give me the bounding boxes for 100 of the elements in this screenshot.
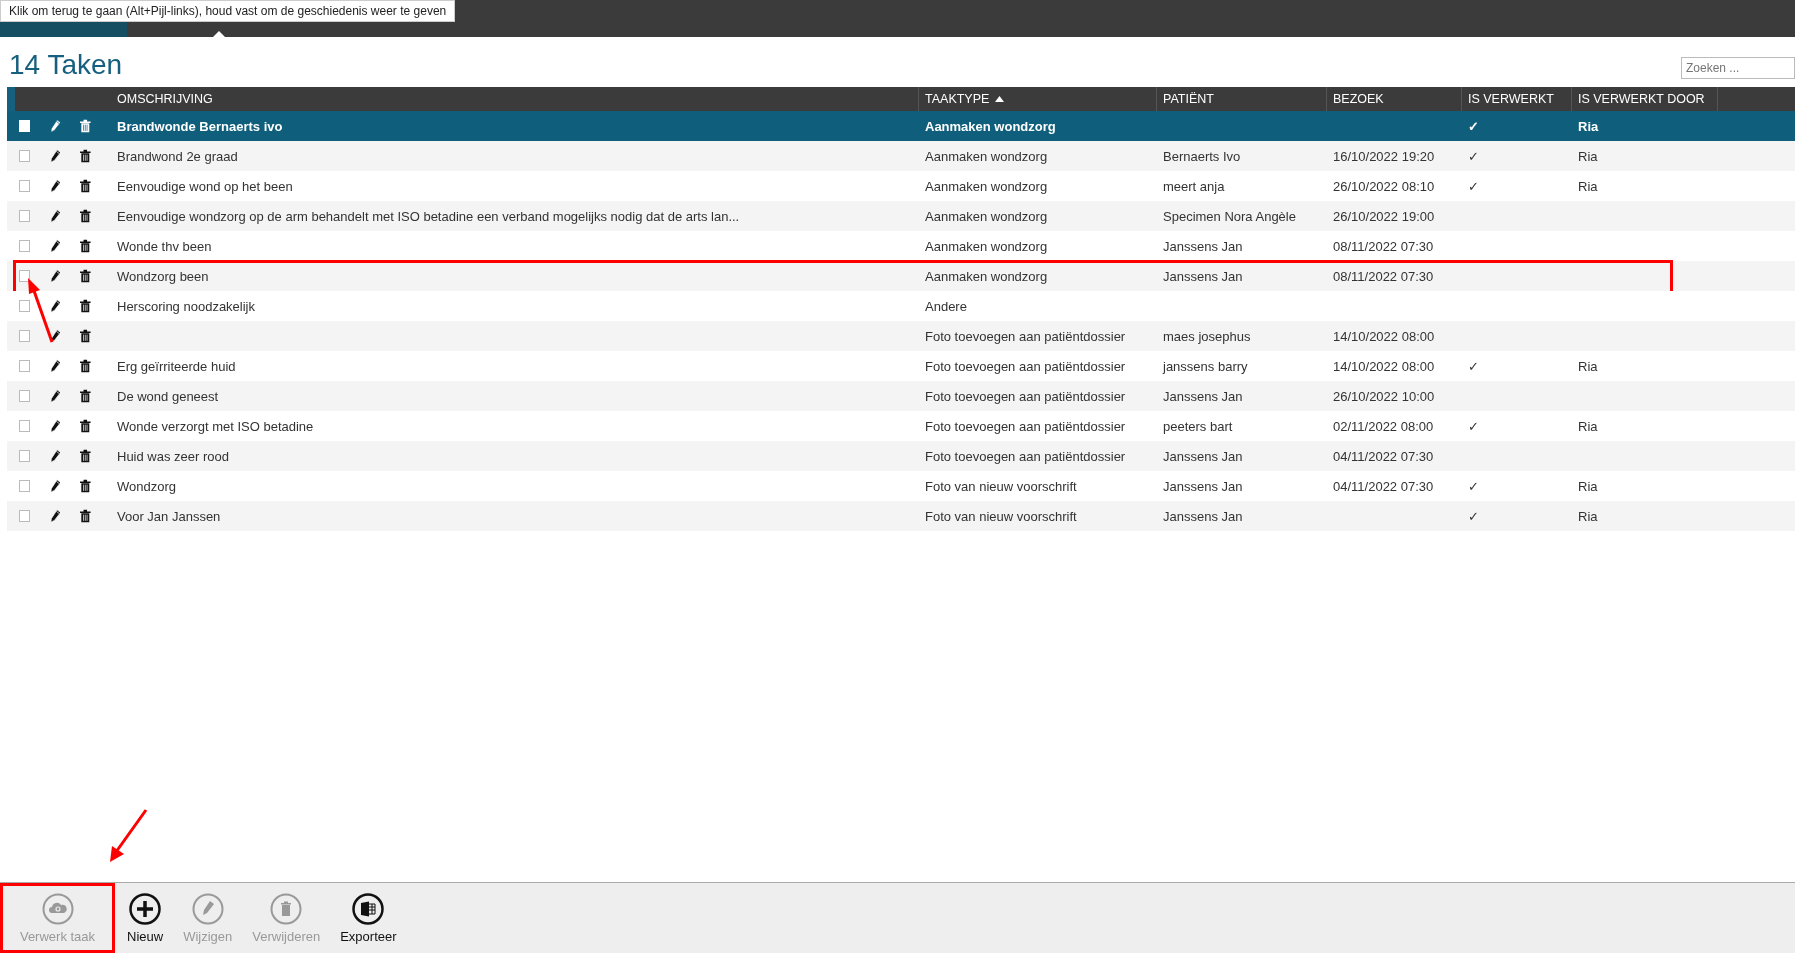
trash-icon[interactable]: [80, 269, 91, 283]
spreadsheet-icon: [352, 892, 385, 925]
table-cell: ✓: [1468, 118, 1479, 134]
header-accent-stripe: [7, 87, 15, 111]
table-cell: Janssens Jan: [1163, 478, 1243, 494]
pencil-icon[interactable]: [49, 119, 61, 133]
trash-icon[interactable]: [80, 329, 91, 343]
checkbox[interactable]: [19, 360, 30, 372]
table-cell: ✓: [1468, 478, 1479, 494]
checkbox[interactable]: [19, 270, 30, 282]
checkbox[interactable]: [19, 300, 30, 312]
table-cell: De wond geneest: [117, 388, 219, 404]
column-header[interactable]: TAAKTYPE: [925, 92, 1005, 106]
table-row[interactable]: Huid was zeer rood Foto toevoegen aan patiëntdossier Janssens Jan 04/11/2022 07:30: [7, 441, 1795, 471]
table-cell: Ria: [1578, 358, 1598, 374]
table-cell: 04/11/2022 07:30: [1333, 448, 1434, 464]
table-cell: Janssens Jan: [1163, 448, 1243, 464]
pencil-icon: [191, 892, 224, 925]
table-row[interactable]: Brandwonde Bernaerts ivo Aanmaken wondzorg ✓ Ria: [7, 111, 1795, 141]
table-cell: Janssens Jan: [1163, 268, 1243, 284]
table-cell: 02/11/2022 08:00: [1333, 418, 1434, 434]
table-cell: 26/10/2022 10:00: [1333, 388, 1435, 404]
table-cell: Brandwond 2e graad: [117, 148, 238, 164]
trash-icon[interactable]: [80, 509, 91, 523]
table-cell: Aanmaken wondzorg: [925, 118, 1056, 134]
table-cell: 08/11/2022 07:30: [1333, 238, 1434, 254]
trash-icon[interactable]: [80, 179, 91, 193]
table-cell: Aanmaken wondzorg: [925, 238, 1048, 254]
plus-icon: [129, 892, 162, 925]
table-cell: ✓: [1468, 148, 1479, 164]
checkbox[interactable]: [19, 330, 30, 342]
table-cell: 14/10/2022 08:00: [1333, 358, 1435, 374]
annotation-arrow: [108, 808, 148, 864]
checkbox[interactable]: [19, 390, 30, 402]
table-row[interactable]: Foto toevoegen aan patiëntdossier maes josephus 14/10/2022 08:00: [7, 321, 1795, 351]
table-cell: 14/10/2022 08:00: [1333, 328, 1435, 344]
table-cell: Ria: [1578, 478, 1598, 494]
table-cell: Specimen Nora Angèle: [1163, 208, 1296, 224]
trash-icon[interactable]: [80, 299, 91, 313]
column-header[interactable]: IS VERWERKT: [1468, 92, 1554, 106]
column-header[interactable]: IS VERWERKT DOOR: [1578, 92, 1705, 106]
table-cell: ✓: [1468, 418, 1479, 434]
checkbox[interactable]: [19, 510, 30, 522]
table-cell: maes josephus: [1163, 328, 1251, 344]
trash-icon[interactable]: [80, 449, 91, 463]
search-field[interactable]: Zoeken ...: [1681, 57, 1795, 79]
page-title: 14 Taken: [9, 49, 123, 81]
table-cell: ✓: [1468, 178, 1479, 194]
table-cell: peeters bart: [1163, 418, 1233, 434]
checkbox[interactable]: [19, 210, 30, 222]
trash-icon[interactable]: [80, 419, 91, 433]
table-cell: Eenvoudige wond op het been: [117, 178, 293, 194]
trash-icon[interactable]: [80, 239, 91, 253]
table-row[interactable]: Brandwond 2e graad Aanmaken wondzorg Bernaerts Ivo 16/10/2022 19:20 ✓ Ria: [7, 141, 1795, 171]
table-row[interactable]: De wond geneest Foto toevoegen aan patiëntdossier Janssens Jan 26/10/2022 10:00: [7, 381, 1795, 411]
table-cell: Foto toevoegen aan patiëntdossier: [925, 418, 1126, 434]
table-cell: Erg geïrriteerde huid: [117, 358, 236, 374]
table-cell: Foto toevoegen aan patiëntdossier: [925, 448, 1126, 464]
column-header[interactable]: PATIËNT: [1163, 92, 1214, 106]
checkbox[interactable]: [19, 420, 30, 432]
table-cell: 16/10/2022 19:20: [1333, 148, 1435, 164]
table-row[interactable]: Eenvoudige wondzorg op de arm behandelt met ISO betadine een verband mogelijks nodig dat de arts lan... Aanmaken wondzorg Specimen Nora Angèle 26/10/2022 19:00: [7, 201, 1795, 231]
table-cell: 04/11/2022 07:30: [1333, 478, 1434, 494]
table-cell: Ria: [1578, 148, 1598, 164]
table-cell: Andere: [925, 298, 967, 314]
toolbar-button[interactable]: Exporteer: [332, 883, 405, 953]
table-cell: 26/10/2022 19:00: [1333, 208, 1435, 224]
table-cell: Wonde verzorgt met ISO betadine: [117, 418, 314, 434]
table-cell: Eenvoudige wondzorg op de arm behandelt met ISO betadine een verband mogelijks nodig dat de arts lan...: [117, 208, 740, 224]
annotation-arrow: [26, 278, 56, 344]
table-cell: Janssens Jan: [1163, 388, 1243, 404]
table-cell: ✓: [1468, 508, 1479, 524]
table-cell: Brandwonde Bernaerts ivo: [117, 118, 283, 134]
trash-icon[interactable]: [80, 359, 91, 373]
table-cell: Aanmaken wondzorg: [925, 148, 1048, 164]
table-row[interactable]: Voor Jan Janssen Foto van nieuw voorschrift Janssens Jan ✓ Ria: [7, 501, 1795, 531]
table-cell: Janssens Jan: [1163, 508, 1243, 524]
trash-icon[interactable]: [80, 209, 91, 223]
checkbox[interactable]: [19, 450, 30, 462]
sort-ascending-icon: [995, 96, 1005, 102]
table-cell: Wondzorg been: [117, 268, 209, 284]
trash-icon[interactable]: [80, 479, 91, 493]
table-cell: Janssens Jan: [1163, 238, 1243, 254]
trash-icon: [270, 892, 303, 925]
column-header[interactable]: OMSCHRIJVING: [117, 92, 213, 106]
trash-icon[interactable]: [80, 149, 91, 163]
checkbox[interactable]: [19, 150, 30, 162]
table-cell: Voor Jan Janssen: [117, 508, 221, 524]
checkbox[interactable]: [19, 480, 30, 492]
column-header[interactable]: BEZOEK: [1333, 92, 1384, 106]
table-cell: Ria: [1578, 418, 1598, 434]
table-row[interactable]: Wondzorg been Aanmaken wondzorg Janssens Jan 08/11/2022 07:30: [7, 261, 1795, 291]
table-cell: Huid was zeer rood: [117, 448, 229, 464]
toolbar-button[interactable]: Nieuw: [119, 883, 172, 953]
checkbox[interactable]: [19, 240, 30, 252]
trash-icon[interactable]: [80, 119, 91, 133]
table-cell: Wonde thv been: [117, 238, 212, 254]
checkbox[interactable]: [19, 180, 30, 192]
trash-icon[interactable]: [80, 389, 91, 403]
table-cell: Foto van nieuw voorschrift: [925, 508, 1077, 524]
